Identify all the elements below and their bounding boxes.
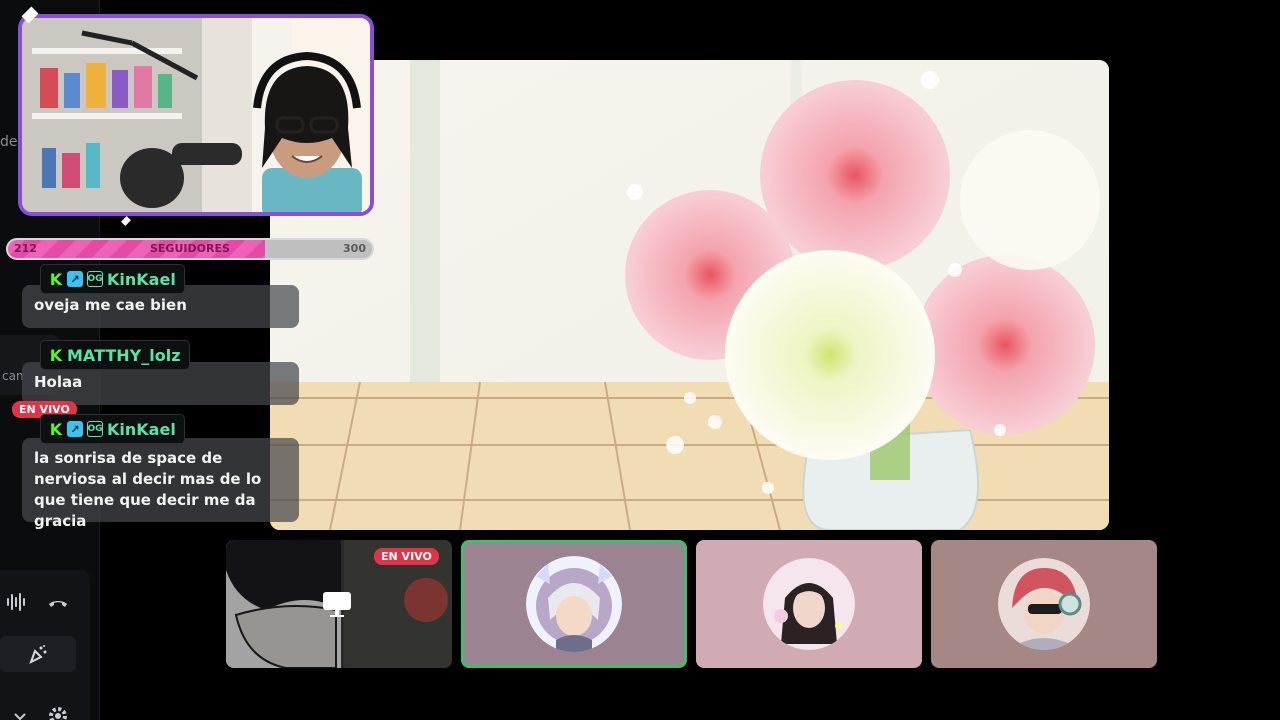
soundwave-icon[interactable] bbox=[0, 584, 36, 620]
chat-message-text: oveja me cae bien bbox=[34, 296, 187, 314]
decor-diamond bbox=[121, 216, 131, 226]
chat-message-text: Holaa bbox=[34, 373, 83, 391]
chevron-down-icon[interactable] bbox=[0, 698, 40, 720]
streamer-webcam-image bbox=[22, 18, 370, 212]
chat-message-text: la sonrisa de space de nerviosa al decir… bbox=[34, 449, 262, 530]
avatar bbox=[998, 558, 1090, 650]
kick-badge-icon: K bbox=[49, 269, 63, 289]
participant-tile-screen-share[interactable]: EN VIVO bbox=[226, 540, 452, 668]
chat-username-tag[interactable]: K ↗ OG KinKael bbox=[40, 414, 185, 444]
sidebar-text-fragment: can bbox=[2, 369, 24, 383]
chat-username: KinKael bbox=[107, 269, 176, 289]
chat-username-tag[interactable]: K MATTHY_lolz bbox=[40, 340, 190, 370]
participant-tile[interactable] bbox=[931, 540, 1157, 668]
sidebar-text-fragment: de bbox=[0, 134, 18, 150]
verified-badge-icon: ↗ bbox=[67, 271, 83, 287]
chat-username: MATTHY_lolz bbox=[67, 345, 181, 365]
activity-button[interactable] bbox=[0, 636, 76, 672]
flower-vase-illustration bbox=[270, 60, 1109, 530]
screen-share-icon bbox=[323, 592, 351, 617]
chat-username: KinKael bbox=[107, 419, 176, 439]
activity-icon bbox=[29, 645, 47, 665]
follower-label: SEGUIDORES bbox=[150, 242, 230, 255]
participant-tile[interactable] bbox=[696, 540, 922, 668]
verified-badge-icon: ↗ bbox=[67, 421, 83, 437]
kick-badge-icon: K bbox=[49, 345, 63, 365]
avatar bbox=[763, 558, 855, 650]
chat-username-tag[interactable]: K ↗ OG KinKael bbox=[40, 264, 185, 294]
chat-message: la sonrisa de space de nerviosa al decir… bbox=[22, 438, 299, 530]
og-badge-icon: OG bbox=[87, 421, 103, 437]
hangup-icon[interactable] bbox=[38, 584, 78, 620]
avatar bbox=[526, 556, 622, 652]
voice-controls bbox=[0, 570, 90, 720]
tile-live-badge: EN VIVO bbox=[374, 548, 439, 565]
follower-goal-bar: 212 SEGUIDORES 300 bbox=[6, 238, 374, 260]
og-badge-icon: OG bbox=[87, 271, 103, 287]
gear-icon[interactable] bbox=[38, 698, 78, 720]
kick-badge-icon: K bbox=[49, 419, 63, 439]
participant-tile-speaking[interactable] bbox=[461, 540, 687, 668]
stream-view bbox=[270, 60, 1109, 530]
webcam-overlay bbox=[18, 14, 374, 216]
follower-current: 212 bbox=[14, 242, 37, 255]
follower-target: 300 bbox=[343, 242, 366, 255]
